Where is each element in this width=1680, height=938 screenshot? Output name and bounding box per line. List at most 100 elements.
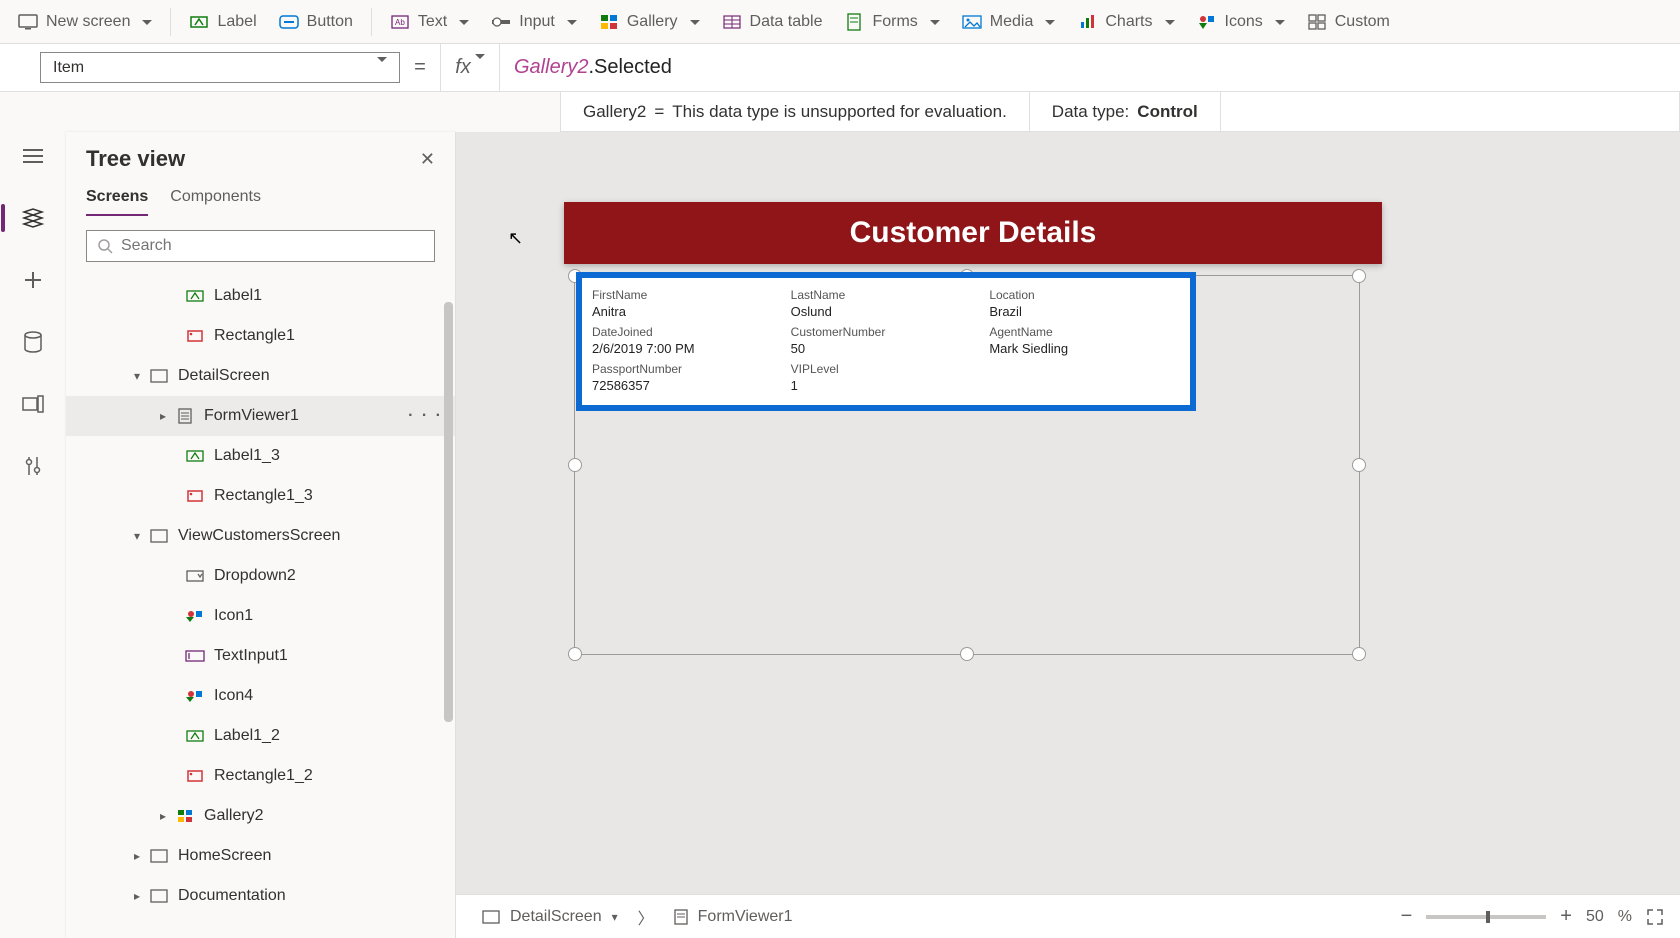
form-icon bbox=[674, 909, 688, 925]
resize-handle[interactable] bbox=[1352, 647, 1366, 661]
tree-node[interactable]: ▸ HomeScreen bbox=[66, 836, 455, 876]
tree-node-label: Rectangle1_2 bbox=[214, 767, 313, 785]
breadcrumb-screen[interactable]: DetailScreen ▾ bbox=[472, 904, 628, 930]
new-screen-button[interactable]: New screen bbox=[8, 6, 162, 38]
charts-menu-button[interactable]: Charts bbox=[1067, 6, 1184, 38]
ribbon-divider bbox=[170, 8, 171, 36]
resize-handle[interactable] bbox=[960, 647, 974, 661]
tree-node[interactable]: ▸Documentation bbox=[66, 876, 455, 916]
result-eq: = bbox=[654, 102, 664, 122]
zoom-out-button[interactable]: − bbox=[1401, 905, 1413, 928]
tree-node[interactable]: Icon1 bbox=[66, 596, 455, 636]
expander-icon[interactable]: ▸ bbox=[158, 809, 168, 823]
expander-icon[interactable]: ▸ bbox=[132, 849, 142, 863]
treeview-search[interactable] bbox=[86, 230, 435, 262]
icons-menu-button[interactable]: Icons bbox=[1187, 6, 1295, 38]
zoom-pct: % bbox=[1618, 908, 1632, 926]
field-value: Oslund bbox=[791, 304, 982, 319]
search-input[interactable] bbox=[121, 237, 424, 255]
rail-data[interactable] bbox=[5, 324, 61, 360]
custom-button[interactable]: Custom bbox=[1297, 6, 1400, 38]
rail-advanced[interactable] bbox=[5, 448, 61, 484]
tree-node-label: Label1_2 bbox=[214, 727, 280, 745]
tree-node[interactable]: Label1 bbox=[66, 276, 455, 316]
expander-icon[interactable]: ▸ bbox=[132, 889, 142, 903]
formula-datatype: Data type: Control bbox=[1030, 92, 1221, 131]
rail-insert[interactable] bbox=[5, 262, 61, 298]
formviewer-selected[interactable]: FirstNameAnitraLastNameOslundLocationBra… bbox=[576, 272, 1196, 411]
gallery-menu-button[interactable]: Gallery bbox=[589, 6, 710, 38]
tree-node[interactable]: Rectangle1 bbox=[66, 316, 455, 356]
field-label: PassportNumber bbox=[592, 362, 783, 376]
tree-node-label: HomeScreen bbox=[178, 847, 271, 865]
rail-media[interactable] bbox=[5, 386, 61, 422]
tab-screens[interactable]: Screens bbox=[86, 188, 148, 216]
tree-node[interactable]: TextInput1 bbox=[66, 636, 455, 676]
tree-node-label: TextInput1 bbox=[214, 647, 288, 665]
insert-label-text: Label bbox=[217, 13, 256, 31]
fit-to-screen-button[interactable] bbox=[1646, 908, 1664, 926]
expander-icon[interactable]: ▸ bbox=[158, 409, 168, 423]
property-selector[interactable]: Item bbox=[40, 52, 400, 83]
fx-button[interactable]: fx bbox=[440, 44, 500, 91]
breadcrumb-control-label: FormViewer1 bbox=[698, 908, 793, 926]
icon-icon bbox=[184, 605, 206, 627]
cursor-icon: ↖ bbox=[508, 228, 523, 249]
zoom-controls: − + 50 % bbox=[1401, 905, 1664, 928]
insert-button-button[interactable]: Button bbox=[269, 6, 363, 38]
tree-node[interactable]: Icon4 bbox=[66, 676, 455, 716]
tree-node[interactable]: Label1_3 bbox=[66, 436, 455, 476]
resize-handle[interactable] bbox=[568, 647, 582, 661]
tree-node-label: FormViewer1 bbox=[204, 407, 299, 425]
icon-icon bbox=[184, 685, 206, 707]
rail-hamburger[interactable] bbox=[5, 138, 61, 174]
resize-handle[interactable] bbox=[1352, 458, 1366, 472]
tree-node[interactable]: ▸ FormViewer1 · · · bbox=[66, 396, 455, 436]
datatable-button[interactable]: Data table bbox=[712, 6, 833, 38]
tree-node[interactable]: ▾ ViewCustomersScreen bbox=[66, 516, 455, 556]
field-label: CustomerNumber bbox=[791, 325, 982, 339]
resize-handle[interactable] bbox=[1352, 269, 1366, 283]
insert-label-button[interactable]: Label bbox=[179, 6, 266, 38]
field-value: Mark Siedling bbox=[989, 341, 1180, 356]
field-value: Anitra bbox=[592, 304, 783, 319]
rail-treeview[interactable] bbox=[5, 200, 61, 236]
tab-components[interactable]: Components bbox=[170, 188, 261, 216]
forms-menu-button[interactable]: Forms bbox=[834, 6, 949, 38]
expander-icon[interactable]: ▾ bbox=[132, 529, 142, 543]
zoom-in-button[interactable]: + bbox=[1560, 905, 1572, 928]
text-menu-button[interactable]: Ab Text bbox=[380, 6, 479, 38]
button-icon bbox=[279, 12, 299, 32]
resize-handle[interactable] bbox=[568, 458, 582, 472]
field-label: DateJoined bbox=[592, 325, 783, 339]
tree-node-label: Gallery2 bbox=[204, 807, 264, 825]
tree-node[interactable]: Rectangle1_3 bbox=[66, 476, 455, 516]
custom-icon bbox=[1307, 12, 1327, 32]
screen-icon bbox=[148, 845, 170, 867]
formula-input[interactable]: Gallery2.Selected bbox=[500, 44, 1680, 91]
zoom-slider[interactable] bbox=[1426, 915, 1546, 919]
expander-icon[interactable]: ▾ bbox=[132, 369, 142, 383]
text-icon: Ab bbox=[390, 12, 410, 32]
form-field: VIPLevel1 bbox=[791, 362, 982, 393]
icons-menu-label: Icons bbox=[1225, 13, 1263, 31]
result-ref: Gallery2 bbox=[583, 102, 646, 122]
tree-node[interactable]: Rectangle1_2 bbox=[66, 756, 455, 796]
media-menu-button[interactable]: Media bbox=[952, 6, 1066, 38]
tree-node[interactable]: Dropdown2 bbox=[66, 556, 455, 596]
close-icon[interactable]: ✕ bbox=[420, 149, 435, 170]
tree-node-label: Icon4 bbox=[214, 687, 253, 705]
zoom-slider-thumb[interactable] bbox=[1486, 911, 1490, 923]
media-icon bbox=[962, 12, 982, 32]
tree-node[interactable]: ▾DetailScreen bbox=[66, 356, 455, 396]
rect-icon bbox=[184, 485, 206, 507]
canvas[interactable]: ↖ Customer Details FirstNameAnitraLastNa… bbox=[456, 132, 1680, 938]
tree-node[interactable]: ▸ Gallery2 bbox=[66, 796, 455, 836]
tree-node[interactable]: Label1_2 bbox=[66, 716, 455, 756]
scrollbar-thumb[interactable] bbox=[444, 302, 453, 722]
more-icon[interactable]: · · · bbox=[408, 407, 443, 425]
tree-node-label: Rectangle1_3 bbox=[214, 487, 313, 505]
input-menu-button[interactable]: Input bbox=[481, 6, 587, 38]
tree-node-label: ViewCustomersScreen bbox=[178, 527, 340, 545]
breadcrumb-control[interactable]: FormViewer1 bbox=[664, 904, 803, 930]
